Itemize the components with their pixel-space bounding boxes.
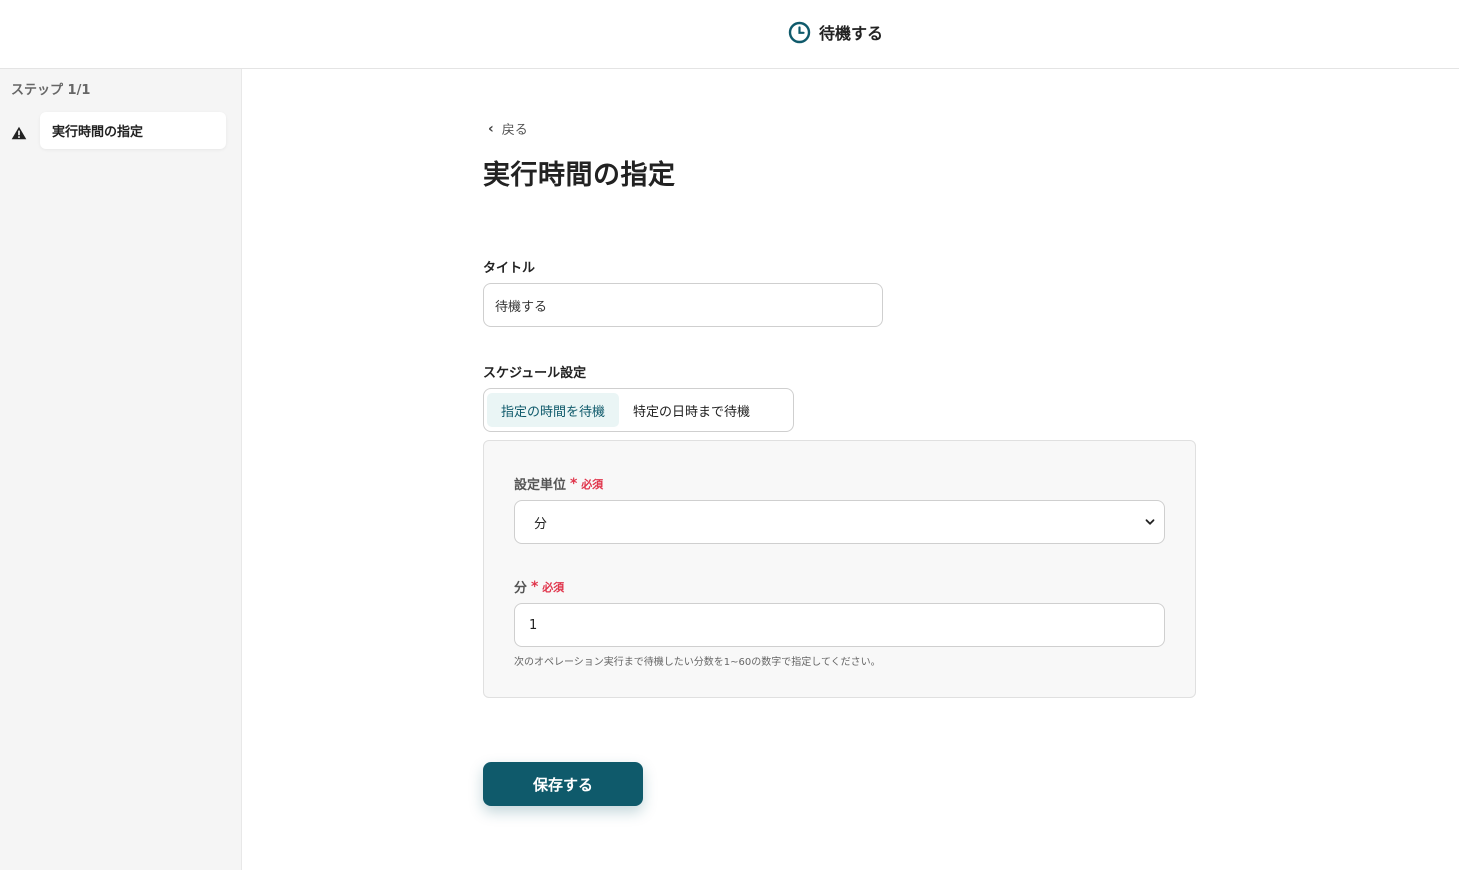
minutes-hint: 次のオペレーション実行まで待機したい分数を1~60の数字で指定してください。 — [514, 657, 881, 668]
schedule-settings-panel: 設定単位 * 必須 分 分 * 必須 次のオペレーション実行まで待機したい分数を… — [483, 440, 1196, 698]
schedule-option-wait-until-datetime[interactable]: 特定の日時まで待機 — [619, 393, 764, 427]
required-text: 必須 — [542, 580, 565, 594]
asterisk-icon: * — [570, 475, 578, 492]
back-link[interactable]: ‹ 戻る — [488, 119, 528, 139]
required-text: 必須 — [581, 477, 604, 491]
sidebar: ステップ 1/1 実行時間の指定 — [0, 69, 242, 870]
clock-icon — [788, 21, 811, 44]
schedule-option-wait-duration[interactable]: 指定の時間を待機 — [487, 393, 620, 427]
minutes-field-label-group: 分 * 必須 — [514, 577, 564, 597]
chevron-left-icon: ‹ — [488, 120, 494, 137]
top-bar: 待機する — [0, 0, 1459, 69]
minutes-field-label: 分 — [514, 581, 528, 596]
required-badge: * 必須 — [570, 476, 603, 492]
title-field-label: タイトル — [483, 261, 536, 276]
unit-field-label: 設定単位 — [514, 478, 567, 493]
chevron-down-icon — [1144, 516, 1156, 528]
asterisk-icon: * — [531, 578, 539, 595]
minutes-input[interactable] — [514, 603, 1165, 647]
unit-field-label-group: 設定単位 * 必須 — [514, 474, 603, 494]
required-badge: * 必須 — [531, 579, 564, 595]
step-counter: ステップ 1/1 — [11, 83, 91, 98]
back-label: 戻る — [501, 123, 528, 138]
header-title: 待機する — [819, 24, 884, 43]
warning-icon — [11, 125, 27, 140]
page-title: 実行時間の指定 — [483, 160, 676, 191]
schedule-toggle: 指定の時間を待機 特定の日時まで待機 — [483, 388, 794, 432]
unit-select[interactable]: 分 — [514, 500, 1165, 544]
title-input[interactable] — [483, 283, 883, 327]
sidebar-item-execution-time[interactable]: 実行時間の指定 — [40, 112, 226, 149]
header-title-group: 待機する — [788, 20, 883, 44]
save-button[interactable]: 保存する — [483, 762, 643, 806]
unit-select-value: 分 — [534, 516, 548, 532]
schedule-label: スケジュール設定 — [483, 366, 587, 381]
main-content: ‹ 戻る 実行時間の指定 タイトル スケジュール設定 指定の時間を待機 特定の日… — [243, 69, 1459, 870]
